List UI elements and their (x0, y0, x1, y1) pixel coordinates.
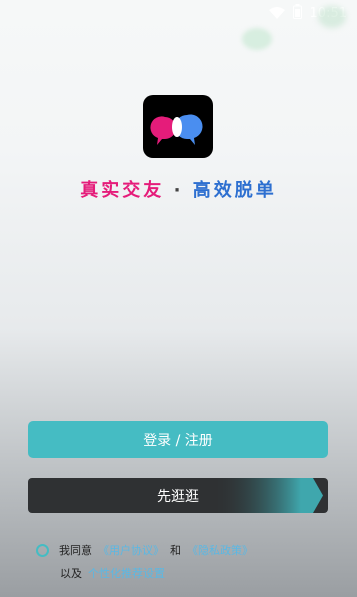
agree-line2-prefix: 以及 (60, 567, 82, 580)
tagline-separator: · (173, 180, 184, 201)
user-agreement-link[interactable]: 《用户协议》 (98, 542, 164, 558)
arrow-decoration-icon (213, 478, 323, 513)
app-tagline: 真实交友 · 高效脱单 (0, 176, 357, 202)
agree-checkbox[interactable] (36, 543, 49, 557)
login-register-button[interactable]: 登录 / 注册 (28, 421, 328, 458)
personalized-recommendation-link[interactable]: 个性化推荐设置 (88, 565, 165, 581)
tagline-right: 高效脱单 (192, 180, 277, 201)
agreement-section: 我同意 《用户协议》 和 《隐私政策》 以及 个性化推荐设置 (36, 541, 259, 582)
privacy-policy-link[interactable]: 《隐私政策》 (187, 542, 253, 558)
decorative-blob (242, 28, 272, 50)
agree-prefix: 我同意 (59, 544, 92, 557)
status-bar: 10:51 (0, 0, 357, 26)
battery-icon (292, 4, 302, 23)
browse-button[interactable]: 先逛逛 (28, 478, 328, 513)
wifi-icon (268, 4, 285, 23)
tagline-left: 真实交友 (80, 180, 165, 201)
decorative-blob (318, 6, 346, 28)
browse-label: 先逛逛 (157, 488, 199, 505)
agree-and: 和 (170, 544, 181, 557)
login-register-label: 登录 / 注册 (143, 432, 213, 449)
app-logo (143, 95, 213, 158)
